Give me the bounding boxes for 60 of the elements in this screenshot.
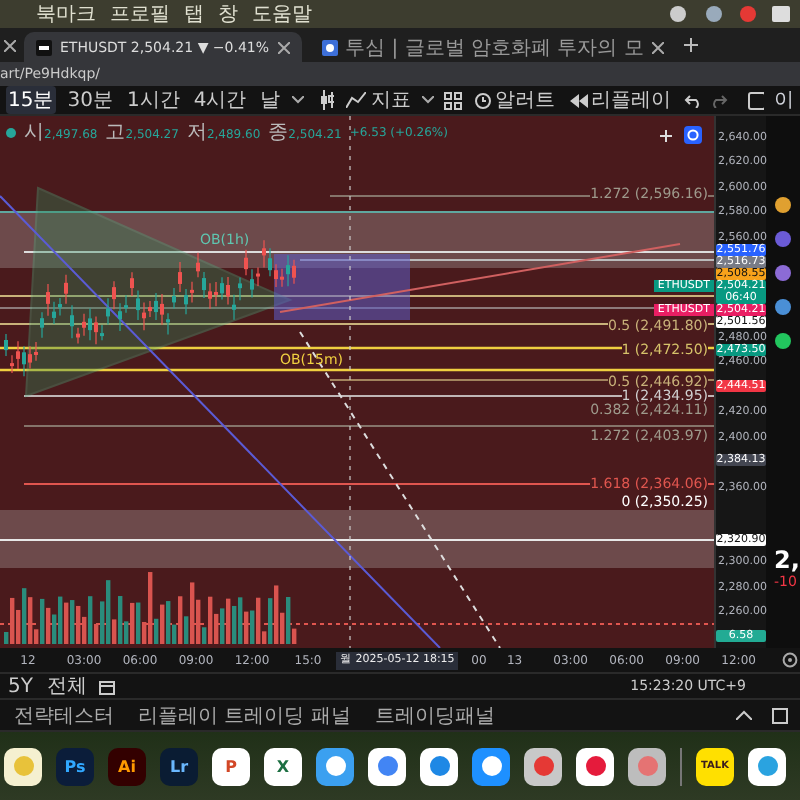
app-icon[interactable] [4, 747, 42, 785]
templates-icon[interactable] [444, 91, 462, 109]
redo-icon[interactable] [710, 93, 728, 107]
settings-icon[interactable] [782, 652, 799, 668]
alert-button[interactable]: 알러트 [471, 86, 558, 114]
panel-tab[interactable]: 트레이딩패널 [372, 701, 497, 729]
close-icon[interactable] [4, 39, 16, 51]
app-icon[interactable] [316, 747, 354, 785]
interval-button[interactable]: 15분 [6, 86, 56, 114]
app-icon[interactable]: Lr [160, 747, 198, 785]
site-logo-icon [321, 39, 338, 55]
menu-item[interactable]: 탭 [184, 0, 204, 28]
tab-title: 투심 | 글로벌 암호화폐 투자의 모 [345, 35, 644, 61]
app-icon[interactable]: P [212, 747, 250, 785]
menu-item[interactable]: 도움말 [252, 0, 312, 28]
interval-button[interactable]: 30분 [65, 86, 115, 114]
status-icons-drawing [668, 4, 792, 24]
replay-button[interactable]: 리플레이 [567, 86, 674, 114]
menu-item[interactable]: 창 [218, 0, 238, 28]
close-icon[interactable] [277, 41, 290, 53]
chevron-up-icon[interactable] [736, 710, 752, 720]
trend-line-icon [346, 92, 367, 108]
app-icon[interactable] [576, 747, 614, 785]
app-icon[interactable] [628, 747, 666, 785]
app-icon[interactable]: Ai [108, 747, 146, 785]
maximize-icon[interactable] [772, 707, 788, 723]
interval-button[interactable]: 1시간 [124, 86, 182, 114]
layout-name[interactable]: 이 [774, 86, 795, 114]
caret-icon[interactable] [292, 96, 304, 104]
app-icon[interactable] [524, 747, 562, 785]
range-button[interactable]: 전체 [44, 672, 89, 700]
chart-logo-icon [36, 39, 52, 55]
browser-tab[interactable]: 투심 | 글로벌 암호화폐 투자의 모 [309, 32, 676, 62]
undo-icon[interactable] [683, 93, 701, 107]
sync-icon[interactable] [684, 126, 702, 144]
range-button[interactable]: 5Y [6, 675, 35, 697]
candles-icon[interactable] [319, 90, 335, 110]
rewind-icon [569, 93, 588, 107]
app-icon[interactable] [368, 747, 406, 785]
panel-tab[interactable]: 전략테스터 [12, 701, 116, 729]
app-icon[interactable] [748, 747, 786, 785]
interval-button[interactable]: 4시간 [191, 86, 249, 114]
interval-button[interactable]: 날 [258, 86, 283, 114]
date-range-icon[interactable] [98, 677, 117, 695]
menu-item[interactable]: 북마크 [36, 0, 96, 28]
add-icon[interactable] [658, 128, 674, 144]
close-icon[interactable] [651, 41, 664, 53]
menu-item[interactable]: 프로필 [110, 0, 170, 28]
app-icon[interactable] [420, 747, 458, 785]
app-icon[interactable]: Ps [56, 747, 94, 785]
caret-icon[interactable] [422, 96, 435, 104]
new-tab-icon[interactable] [683, 38, 698, 52]
last-price: 2, [774, 546, 800, 574]
status-dot-icon [6, 127, 16, 137]
clock-icon [473, 91, 492, 109]
app-icon[interactable] [472, 747, 510, 785]
fullscreen-icon[interactable] [747, 91, 765, 109]
indicators-button[interactable]: 지표 [344, 86, 413, 114]
panel-tab[interactable]: 리플레이 트레이딩 패널 [136, 701, 353, 729]
app-icon[interactable]: X [264, 747, 302, 785]
